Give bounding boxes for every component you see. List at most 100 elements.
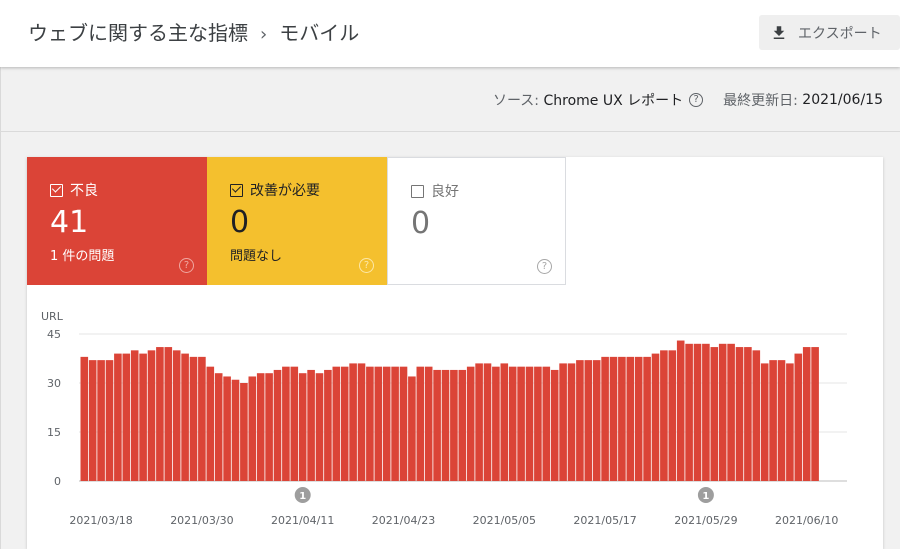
- bar: [769, 360, 777, 481]
- bar: [466, 366, 475, 481]
- bar: [559, 363, 567, 481]
- help-icon[interactable]: ?: [537, 259, 552, 274]
- bar: [710, 347, 719, 481]
- bar: [290, 366, 299, 481]
- bar: [651, 353, 660, 481]
- bar: [114, 353, 122, 481]
- bar: [240, 383, 248, 481]
- bar: [97, 360, 105, 481]
- download-icon: [773, 25, 785, 39]
- updated-label: 最終更新日:: [723, 93, 798, 109]
- bar: [156, 347, 164, 481]
- top-bar: ウェブに関する主な指標 › モバイル エクスポート: [0, 0, 900, 67]
- tile-sub: 問題なし: [230, 249, 283, 264]
- bar: [760, 363, 769, 481]
- bar: [198, 356, 206, 481]
- bar: [525, 366, 534, 481]
- tile-label: 改善が必要: [250, 183, 320, 199]
- tile-count: 41: [50, 205, 89, 240]
- x-tick-label: 2021/05/17: [573, 514, 636, 527]
- tile-poor[interactable]: 不良 41 1 件の問題 ?: [27, 157, 207, 285]
- chevron-right-icon: ›: [260, 24, 268, 45]
- bar: [450, 369, 458, 481]
- bar: [794, 353, 803, 481]
- bar: [786, 363, 794, 481]
- bar: [735, 347, 744, 481]
- bar: [324, 369, 332, 481]
- bar: [248, 376, 257, 481]
- bar: [382, 366, 391, 481]
- bar: [668, 350, 677, 481]
- bar: [88, 360, 97, 481]
- bar: [500, 363, 509, 481]
- y-tick-label: 15: [47, 426, 61, 439]
- y-tick-label: 45: [47, 328, 61, 341]
- help-icon[interactable]: ?: [689, 93, 704, 107]
- checkbox-checked-icon[interactable]: [230, 183, 243, 197]
- bar: [676, 340, 685, 481]
- bar: [282, 366, 290, 481]
- tile-label: 良好: [431, 184, 459, 200]
- y-tick-label: 0: [54, 475, 61, 488]
- bar: [391, 366, 399, 481]
- tile-label: 不良: [70, 183, 98, 199]
- bar: [508, 366, 517, 481]
- bar: [634, 356, 643, 481]
- bar: [727, 343, 735, 481]
- x-tick-label: 2021/03/18: [69, 514, 132, 527]
- bar: [164, 347, 173, 481]
- tile-good[interactable]: 良好 0 ?: [387, 157, 566, 285]
- tile-count: 0: [411, 206, 431, 241]
- export-label: エクスポート: [798, 25, 882, 42]
- page-title[interactable]: ウェブに関する主な指標: [28, 21, 248, 45]
- bar: [550, 369, 559, 481]
- help-icon[interactable]: ?: [359, 258, 374, 273]
- bar: [122, 353, 131, 481]
- bar: [130, 350, 139, 481]
- url-bar-chart: URL 0 15 30 45 1 1 2021/03/18 2021/03/30 2021/04/…: [41, 310, 847, 527]
- bar: [702, 343, 710, 481]
- bar: [626, 356, 635, 481]
- bar: [441, 369, 450, 481]
- x-tick-label: 2021/04/11: [271, 514, 334, 527]
- bar: [643, 356, 651, 481]
- checkbox-checked-icon[interactable]: [50, 183, 63, 197]
- bar: [584, 360, 593, 481]
- bar: [147, 350, 156, 481]
- bar: [744, 347, 752, 481]
- checkbox-unchecked-icon[interactable]: [411, 184, 424, 198]
- source-value: Chrome UX レポート: [543, 93, 684, 109]
- bar: [433, 369, 441, 481]
- bar: [181, 353, 189, 481]
- bar: [307, 369, 315, 481]
- bar: [298, 373, 307, 481]
- bar: [139, 353, 147, 481]
- page-subtitle: モバイル: [279, 21, 360, 45]
- bar: [752, 350, 761, 481]
- bar: [349, 363, 357, 481]
- bar: [609, 356, 618, 481]
- bar: [424, 366, 433, 481]
- bar: [693, 343, 702, 481]
- export-button[interactable]: エクスポート: [759, 15, 900, 50]
- x-tick-label: 2021/05/05: [473, 514, 536, 527]
- divider: [0, 131, 900, 132]
- bar: [366, 366, 374, 481]
- bar: [718, 343, 727, 481]
- bar: [214, 373, 223, 481]
- data-source-meta: ソース: Chrome UX レポート? 最終更新日: 2021/06/15: [493, 90, 883, 110]
- bar: [777, 360, 786, 481]
- bar: [618, 356, 626, 481]
- bar: [340, 366, 349, 481]
- breadcrumb: ウェブに関する主な指標 › モバイル: [28, 17, 359, 46]
- y-axis-label: URL: [41, 310, 64, 323]
- bar: [517, 366, 525, 481]
- bar: [685, 343, 693, 481]
- help-icon[interactable]: ?: [179, 258, 194, 273]
- tile-needs-improvement[interactable]: 改善が必要 0 問題なし ?: [207, 157, 387, 285]
- bar: [576, 360, 584, 481]
- bar: [416, 366, 425, 481]
- tile-count: 0: [230, 205, 250, 240]
- bar: [189, 356, 198, 481]
- annotation-label: 1: [702, 491, 709, 502]
